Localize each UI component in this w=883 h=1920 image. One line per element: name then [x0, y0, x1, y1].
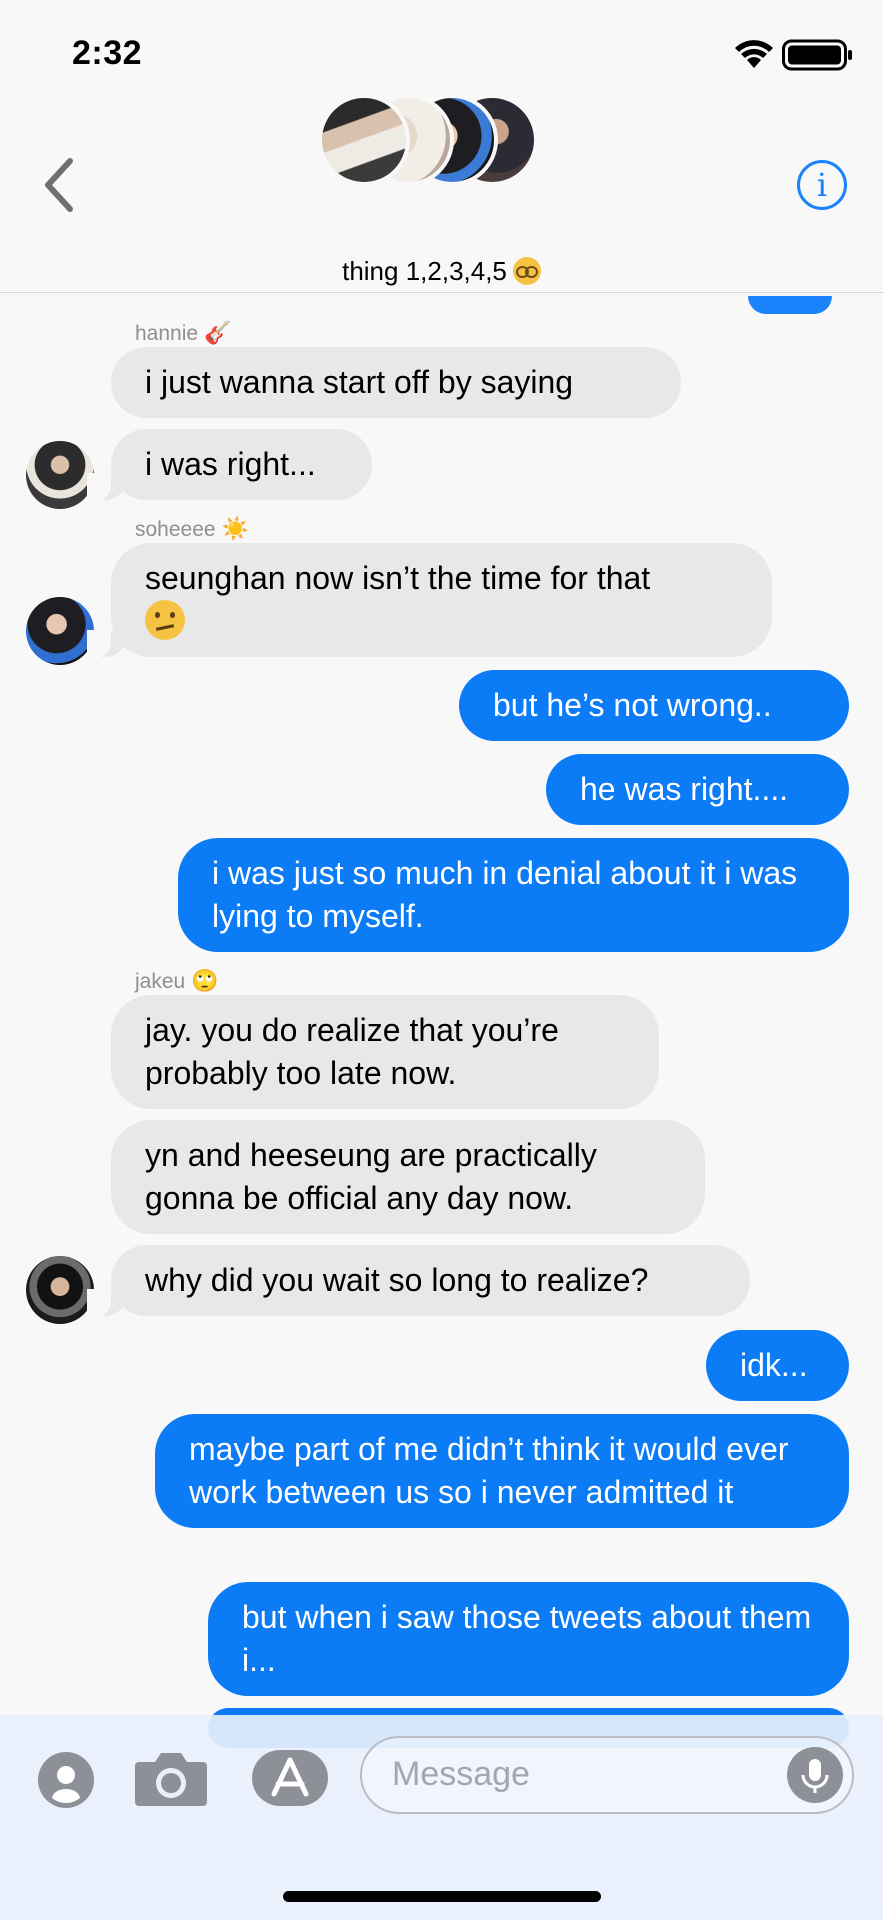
- message-bubble[interactable]: yn and heeseung are practically gonna be…: [111, 1120, 705, 1234]
- battery-icon: [782, 39, 852, 71]
- message-bubble[interactable]: but he’s not wrong..: [459, 670, 849, 741]
- microphone-icon: [801, 1759, 829, 1793]
- message-bubble[interactable]: seunghan now isn’t the time for that: [87, 543, 772, 658]
- status-time: 2:32: [72, 34, 143, 72]
- message-bubble[interactable]: i just wanna start off by saying: [111, 347, 681, 418]
- sun-emoji-icon: ☀️: [221, 516, 249, 541]
- wifi-icon: [735, 40, 773, 68]
- previous-message-bubble: [748, 296, 832, 314]
- message-placeholder: Message: [392, 1755, 530, 1793]
- info-icon: i: [816, 166, 828, 204]
- info-button[interactable]: i: [797, 160, 847, 210]
- guitar-emoji-icon: 🎸: [204, 320, 232, 345]
- nerd-face-emoji-icon: [512, 257, 541, 285]
- chat-title[interactable]: thing 1,2,3,4,5: [0, 256, 883, 287]
- microphone-button[interactable]: [787, 1747, 843, 1803]
- confused-face-emoji-icon: [145, 600, 185, 640]
- avatar[interactable]: [26, 597, 94, 665]
- message-bubble[interactable]: he was right....: [546, 754, 849, 825]
- message-bubble[interactable]: idk...: [706, 1330, 849, 1401]
- sender-name: soheeee ☀️: [135, 516, 249, 541]
- avatar[interactable]: [26, 1256, 94, 1324]
- home-indicator: [283, 1891, 601, 1902]
- group-avatar-stack[interactable]: [318, 94, 538, 190]
- contact-icon[interactable]: [36, 1750, 96, 1810]
- group-avatar: [318, 94, 410, 186]
- message-bubble[interactable]: maybe part of me didn’t think it would e…: [155, 1414, 849, 1528]
- sender-name: hannie 🎸: [135, 320, 232, 345]
- message-bubble[interactable]: i was just so much in denial about it i …: [178, 838, 849, 952]
- eye-roll-emoji-icon: 🙄: [191, 968, 219, 993]
- chevron-left-icon: [45, 158, 73, 212]
- back-button[interactable]: [38, 155, 84, 215]
- avatar[interactable]: [26, 441, 94, 509]
- message-bubble[interactable]: i was right...: [87, 429, 372, 501]
- message-bubble[interactable]: but when i saw those tweets about them i…: [208, 1582, 849, 1696]
- message-bubble[interactable]: jay. you do realize that you’re probably…: [111, 995, 659, 1109]
- sender-name: jakeu 🙄: [135, 968, 219, 993]
- app-store-icon[interactable]: [250, 1748, 330, 1808]
- header-divider: [0, 292, 883, 293]
- message-bubble[interactable]: why did you wait so long to realize?: [87, 1245, 750, 1317]
- camera-icon[interactable]: [133, 1748, 209, 1808]
